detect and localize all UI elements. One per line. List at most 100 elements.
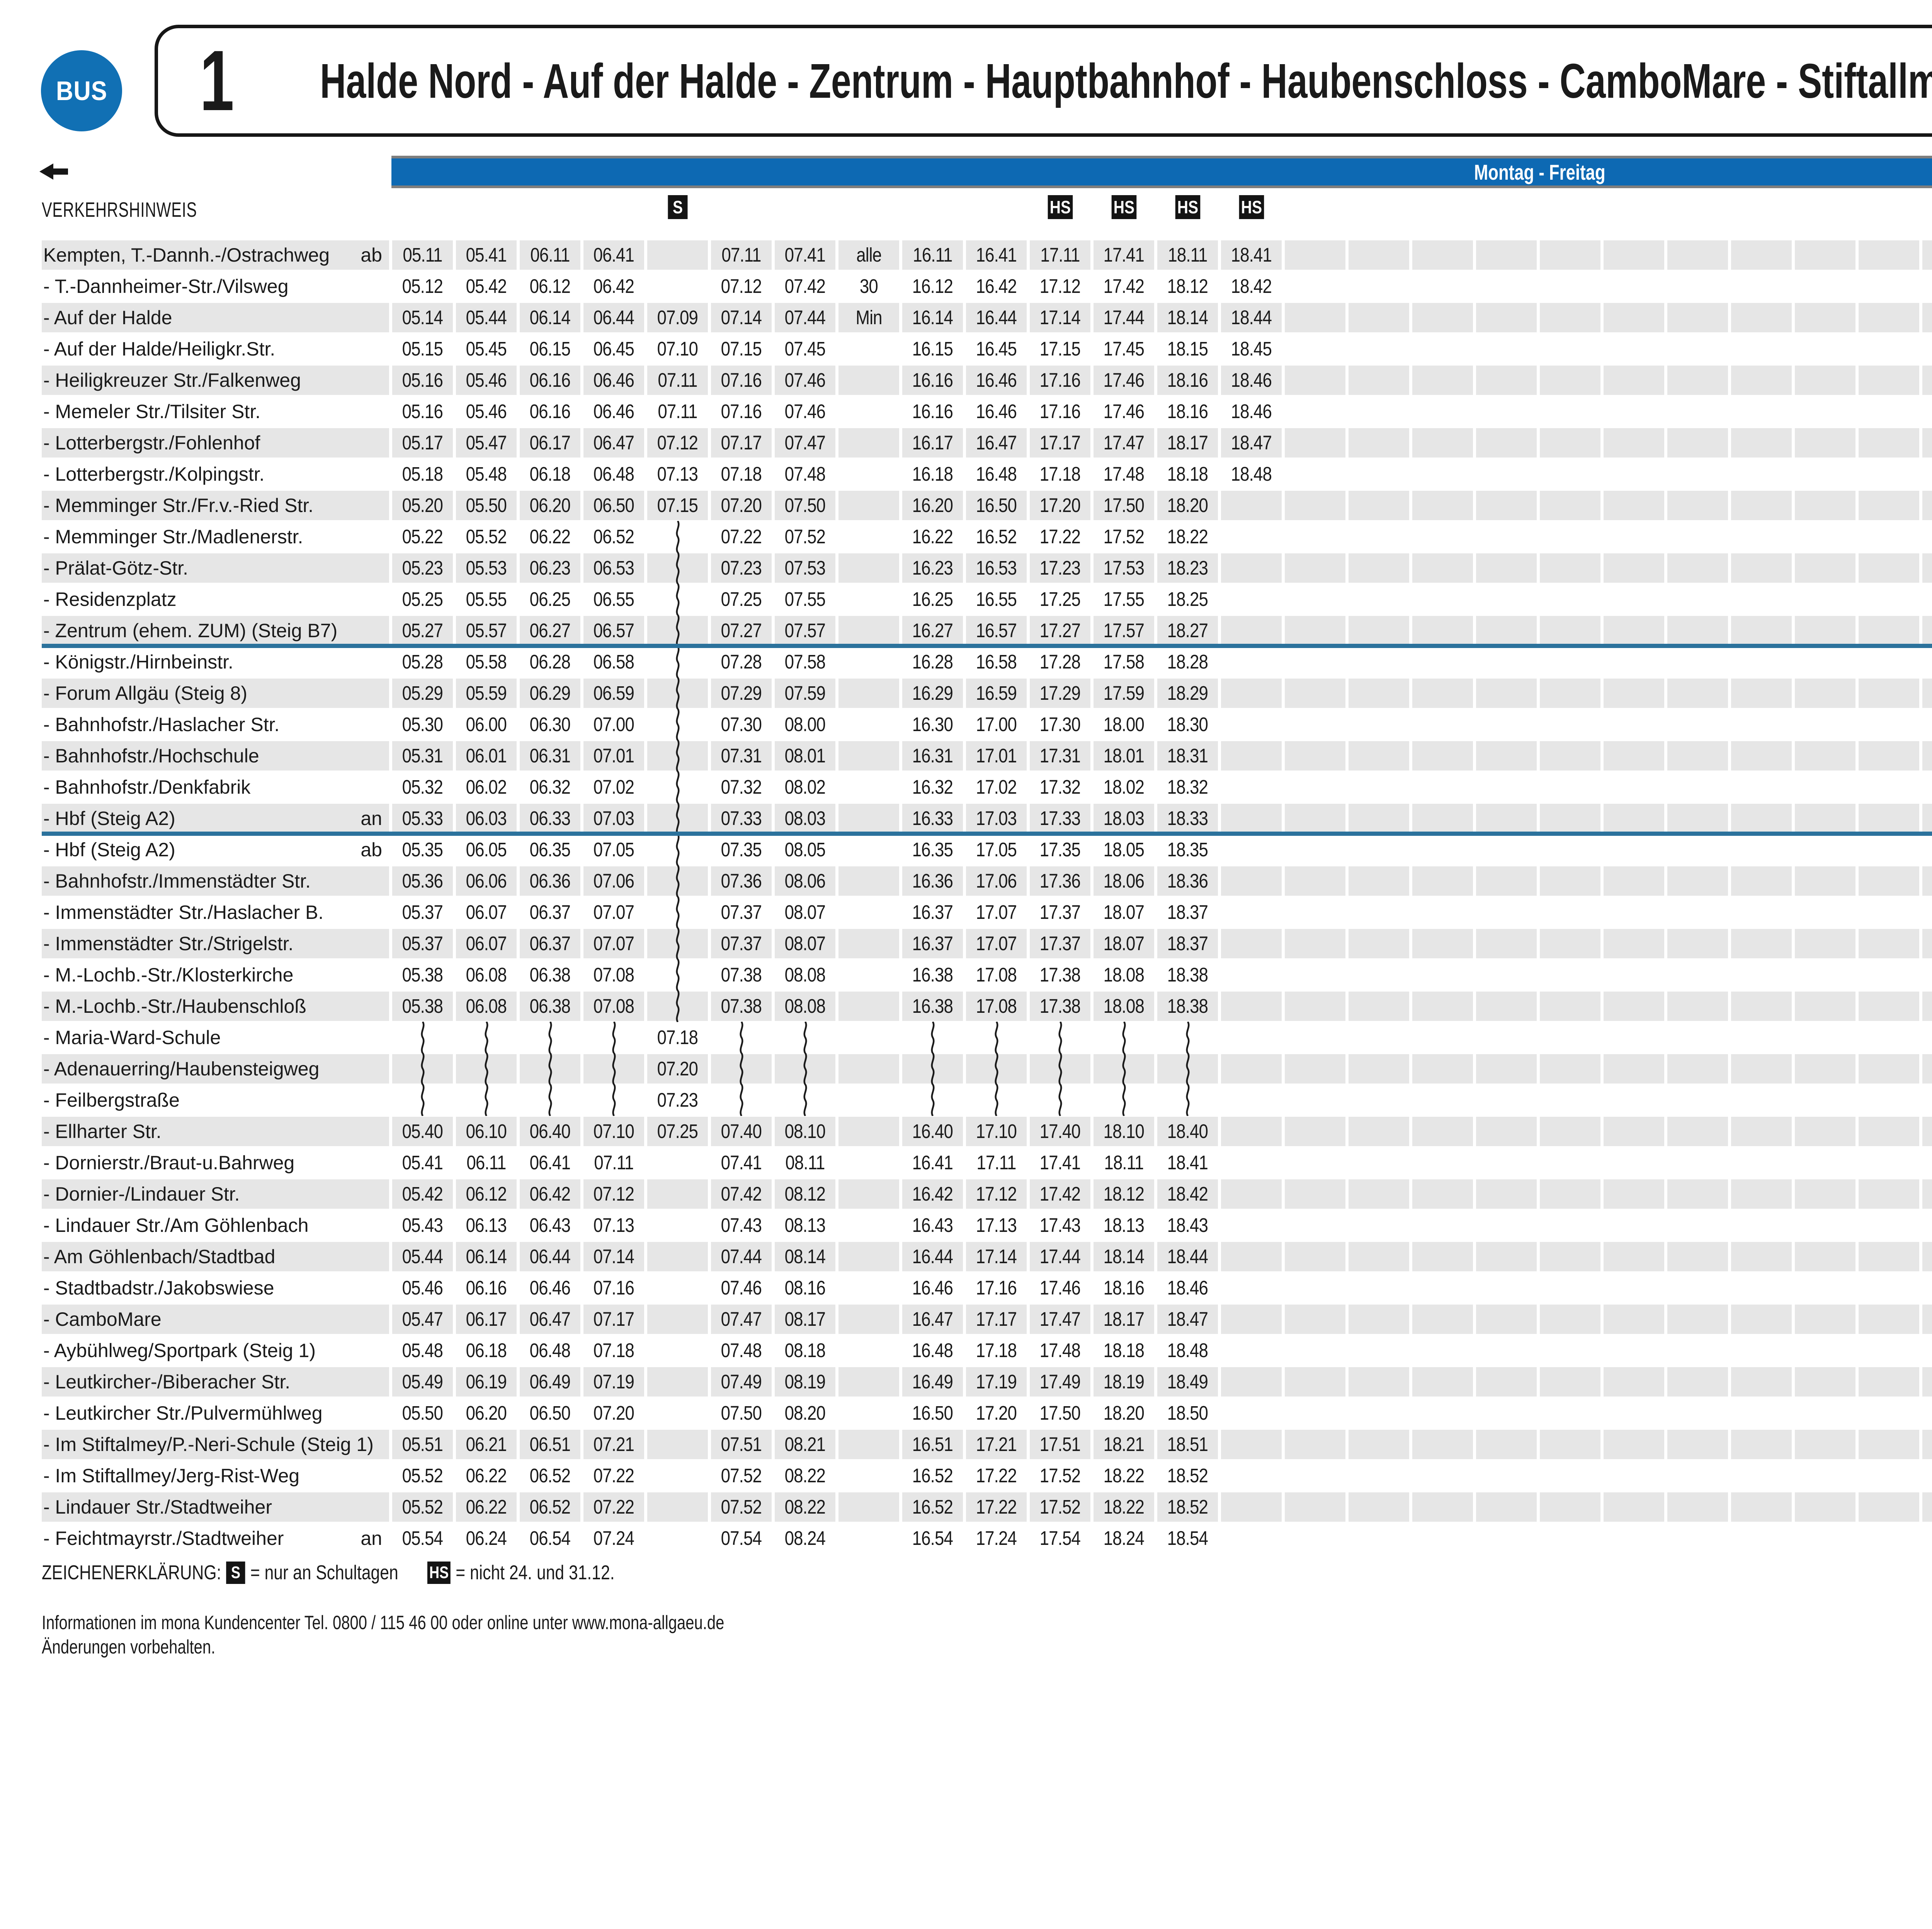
time-cell: 05.38 xyxy=(392,992,453,1021)
time-value: 17.15 xyxy=(1040,337,1080,360)
frequency-note-cell xyxy=(838,1336,899,1365)
time-cell: 06.08 xyxy=(456,992,517,1021)
time-cell: 17.06 xyxy=(966,866,1027,896)
time-cell: 16.50 xyxy=(902,1398,963,1428)
table-row: - Auf der Halde/Heiligkr.Str.05.1505.450… xyxy=(42,333,1932,364)
time-cell xyxy=(647,960,708,990)
empty-cell xyxy=(1412,1085,1473,1115)
time-cell: 17.57 xyxy=(1094,616,1154,645)
time-value: 17.11 xyxy=(1040,243,1080,266)
empty-cell xyxy=(1795,585,1855,614)
time-cell: 07.50 xyxy=(775,491,835,520)
stop-name-cell: - Hbf (Steig A2)an xyxy=(42,804,389,833)
time-value: 18.14 xyxy=(1167,306,1208,329)
frequency-note-cell xyxy=(838,866,899,896)
time-cell: 07.08 xyxy=(583,960,644,990)
empty-cell xyxy=(1731,1492,1792,1522)
wavy-line-icon xyxy=(608,1084,620,1116)
time-cell: 18.44 xyxy=(1157,1242,1218,1271)
time-cell xyxy=(647,772,708,802)
empty-cell xyxy=(1922,616,1932,645)
time-cell: 18.50 xyxy=(1157,1398,1218,1428)
stop-name: - Am Göhlenbach/Stadtbad xyxy=(42,1245,275,1268)
time-value: 17.46 xyxy=(1104,369,1144,391)
stop-name-cell: - M.-Lochb.-Str./Klosterkirche xyxy=(42,960,389,990)
time-value: 07.25 xyxy=(657,1120,698,1143)
time-cell: 06.40 xyxy=(520,1117,580,1146)
time-cell xyxy=(1221,866,1282,896)
empty-cell xyxy=(1412,772,1473,802)
time-value: 07.23 xyxy=(657,1089,698,1111)
empty-cell xyxy=(1476,585,1537,614)
empty-cell xyxy=(1667,522,1728,551)
time-value: 05.32 xyxy=(402,776,443,798)
empty-cell xyxy=(1604,741,1664,771)
time-value: 16.52 xyxy=(912,1495,953,1518)
time-cell: 06.43 xyxy=(520,1211,580,1240)
time-cell: 06.01 xyxy=(456,741,517,771)
time-value: 05.48 xyxy=(402,1339,443,1362)
table-row: - Bahnhofstr./Haslacher Str.05.3006.0006… xyxy=(42,709,1932,740)
time-value: 16.37 xyxy=(912,901,953,924)
time-value: 16.22 xyxy=(912,525,953,548)
time-value: 17.44 xyxy=(1040,1245,1080,1268)
time-cell: 18.49 xyxy=(1157,1367,1218,1397)
time-value: 18.25 xyxy=(1167,588,1208,611)
empty-cell xyxy=(1604,679,1664,708)
time-value: 05.16 xyxy=(402,400,443,423)
empty-cell xyxy=(1349,992,1409,1021)
time-cell: 06.48 xyxy=(520,1336,580,1365)
time-value: 17.38 xyxy=(1040,995,1080,1017)
time-value: 08.13 xyxy=(785,1214,825,1237)
wavy-line-icon xyxy=(991,1053,1002,1085)
time-cell: 05.37 xyxy=(392,898,453,927)
time-value: 06.21 xyxy=(466,1433,507,1456)
wavy-line-icon xyxy=(417,1084,429,1116)
time-value: 08.20 xyxy=(785,1402,825,1424)
time-cell: 06.44 xyxy=(520,1242,580,1271)
time-cell: 06.29 xyxy=(520,679,580,708)
time-cell: 05.12 xyxy=(392,272,453,301)
empty-cell xyxy=(1476,272,1537,301)
empty-cell xyxy=(1731,1211,1792,1240)
empty-cell xyxy=(1731,1148,1792,1177)
time-cell: 18.44 xyxy=(1221,303,1282,332)
time-cell: 18.16 xyxy=(1157,397,1218,426)
time-cell: 07.14 xyxy=(711,303,772,332)
time-cell: 17.20 xyxy=(966,1398,1027,1428)
time-cell: 18.00 xyxy=(1094,710,1154,739)
empty-cell xyxy=(1795,459,1855,489)
time-cell: 16.37 xyxy=(902,929,963,958)
time-cell: 17.44 xyxy=(1094,303,1154,332)
empty-cell xyxy=(1604,835,1664,864)
time-cell: 17.48 xyxy=(1094,459,1154,489)
empty-cell xyxy=(1285,522,1345,551)
time-cell: 16.48 xyxy=(902,1336,963,1365)
time-value: 06.00 xyxy=(466,713,507,736)
frequency-note-cell xyxy=(838,553,899,583)
time-value: 17.20 xyxy=(1040,494,1080,517)
time-cell: 18.08 xyxy=(1094,960,1154,990)
empty-cell xyxy=(1412,303,1473,332)
empty-cell xyxy=(1349,585,1409,614)
time-cell: 07.35 xyxy=(711,835,772,864)
time-value: 07.15 xyxy=(657,494,698,517)
time-cell: 18.45 xyxy=(1221,334,1282,364)
empty-cell xyxy=(1540,334,1600,364)
time-value: 05.44 xyxy=(466,306,507,329)
time-cell: 05.15 xyxy=(392,334,453,364)
time-cell: 07.25 xyxy=(647,1117,708,1146)
empty-cell xyxy=(1604,1367,1664,1397)
empty-cell xyxy=(1795,522,1855,551)
empty-cell xyxy=(1540,1148,1600,1177)
time-cell: 18.54 xyxy=(1157,1524,1218,1553)
empty-cell xyxy=(1859,1148,1919,1177)
empty-cell xyxy=(1667,647,1728,677)
time-cell xyxy=(1221,1430,1282,1459)
time-value: 16.40 xyxy=(912,1120,953,1143)
empty-cell xyxy=(1476,835,1537,864)
time-cell: 16.52 xyxy=(902,1461,963,1490)
time-value: 05.31 xyxy=(402,744,443,767)
time-cell: 06.38 xyxy=(520,992,580,1021)
time-value: 05.36 xyxy=(402,869,443,892)
